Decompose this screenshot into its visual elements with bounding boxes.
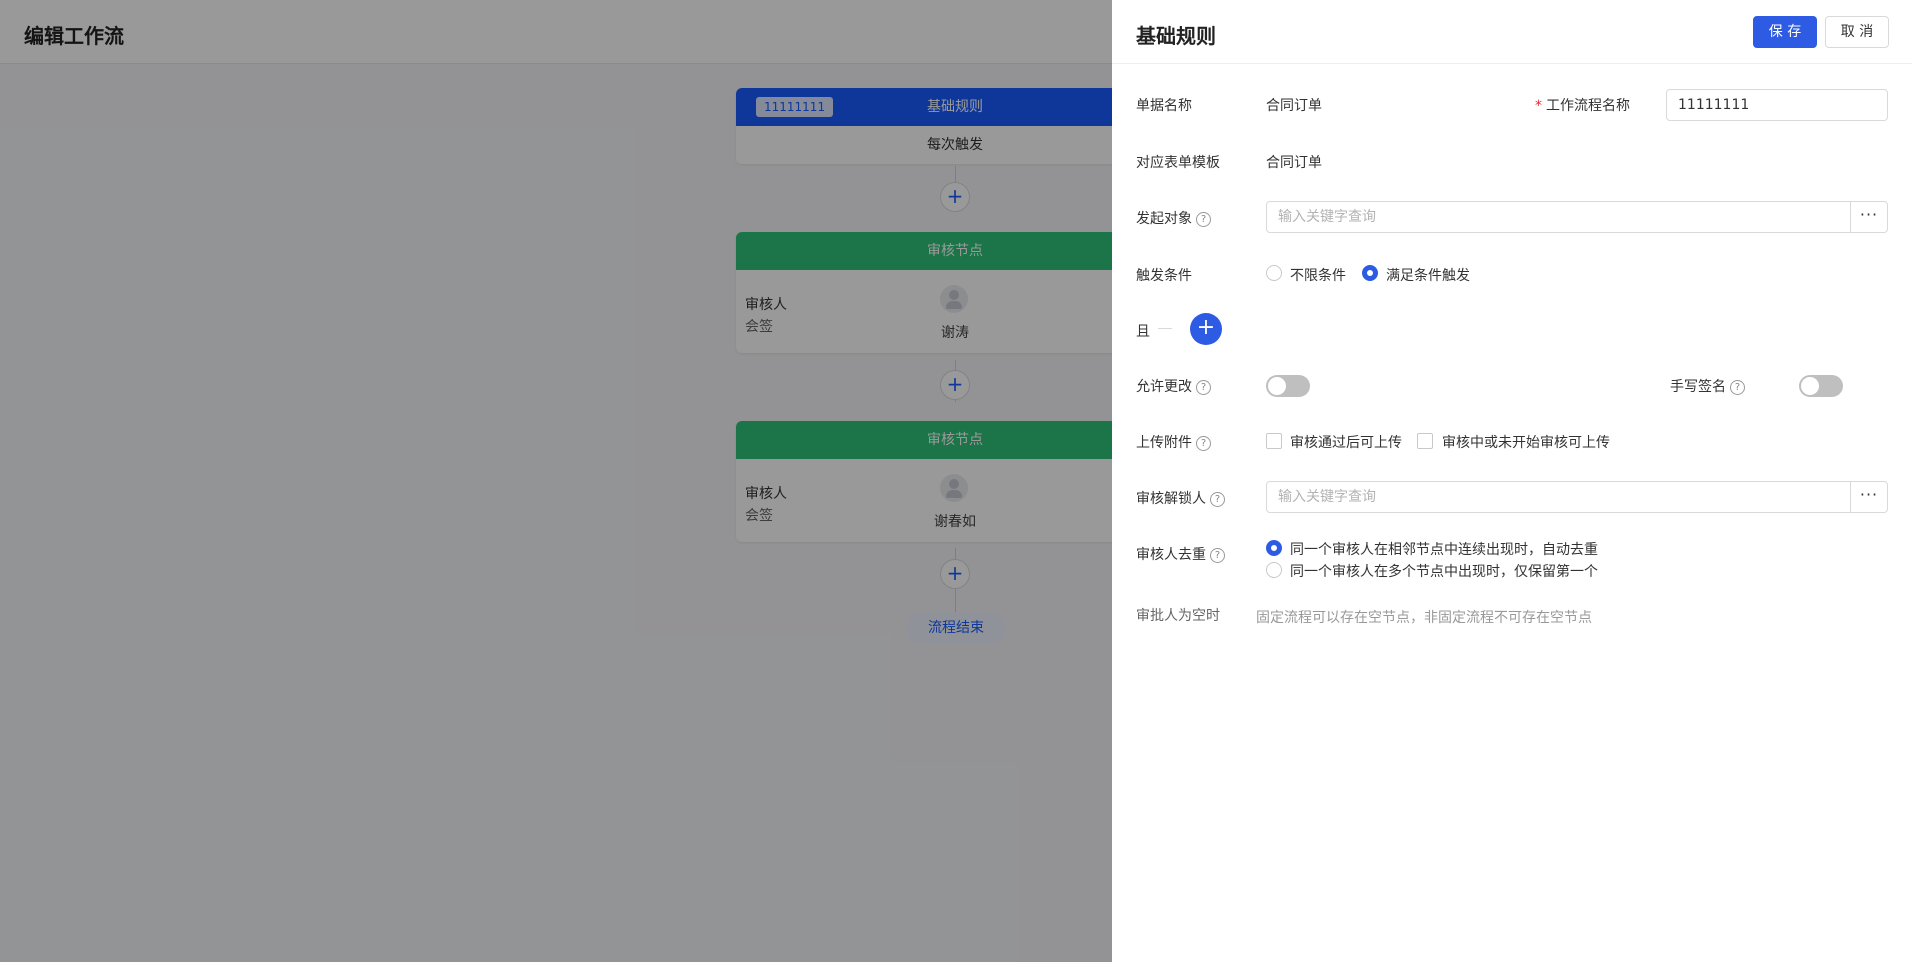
upload-label-wrap: 上传附件? [1136, 432, 1211, 452]
trigger-label: 触发条件 [1136, 268, 1192, 284]
form-template-label: 对应表单模板 [1136, 155, 1220, 171]
dedup-option-first-only[interactable]: 同一个审核人在多个节点中出现时，仅保留第一个 [1290, 561, 1598, 581]
workflow-name-input[interactable] [1666, 89, 1888, 121]
handwritten-label-wrap: 手写签名? [1670, 376, 1745, 396]
initiator-label-wrap: 发起对象? [1136, 208, 1211, 228]
required-asterisk: * [1535, 98, 1542, 114]
help-icon[interactable]: ? [1730, 379, 1745, 395]
upload-after-approval-checkbox[interactable] [1266, 433, 1282, 449]
empty-approver-label: 审批人为空时 [1136, 608, 1220, 624]
upload-after-approval-label[interactable]: 审核通过后可上传 [1290, 432, 1402, 452]
trigger-radio-unlimited[interactable] [1266, 265, 1282, 281]
workflow-name-label-wrap: * 工作流程名称 [1535, 95, 1630, 115]
unlocker-more-button[interactable]: ··· [1850, 481, 1888, 513]
help-icon[interactable]: ? [1196, 435, 1211, 451]
help-icon[interactable]: ? [1210, 547, 1225, 563]
dedup-radio-adjacent[interactable] [1266, 540, 1282, 556]
allow-edit-toggle[interactable] [1266, 375, 1310, 397]
doc-name-value: 合同订单 [1266, 98, 1322, 114]
empty-approver-hint: 固定流程可以存在空节点，非固定流程不可存在空节点 [1256, 610, 1592, 626]
dedup-label-wrap: 审核人去重? [1136, 544, 1225, 564]
allow-edit-label-wrap: 允许更改? [1136, 376, 1211, 396]
form-template-value: 合同订单 [1266, 155, 1322, 171]
drawer-title: 基础规则 [1136, 24, 1216, 48]
upload-attachment-label: 上传附件 [1136, 435, 1192, 451]
and-connector-line [1158, 328, 1172, 329]
unlocker-search-input[interactable] [1266, 481, 1851, 513]
trigger-radio-conditional[interactable] [1362, 265, 1378, 281]
handwritten-signature-label: 手写签名 [1670, 379, 1726, 395]
trigger-option-conditional[interactable]: 满足条件触发 [1386, 265, 1470, 285]
rule-settings-drawer: 基础规则 保 存 取 消 单据名称 合同订单 *工作流程名称 对应表单模板 合同… [1112, 0, 1912, 962]
unlocker-label: 审核解锁人 [1136, 491, 1206, 507]
dedup-radio-first-only[interactable] [1266, 562, 1282, 578]
initiator-more-button[interactable]: ··· [1850, 201, 1888, 233]
help-icon[interactable]: ? [1196, 379, 1211, 395]
doc-name-label: 单据名称 [1136, 98, 1192, 114]
initiator-search-input[interactable] [1266, 201, 1851, 233]
allow-edit-label: 允许更改 [1136, 379, 1192, 395]
handwritten-signature-toggle[interactable] [1799, 375, 1843, 397]
initiator-label: 发起对象 [1136, 211, 1192, 227]
help-icon[interactable]: ? [1196, 211, 1211, 227]
trigger-option-unlimited[interactable]: 不限条件 [1290, 265, 1346, 285]
workflow-name-label: 工作流程名称 [1546, 98, 1630, 114]
upload-during-review-label[interactable]: 审核中或未开始审核可上传 [1442, 432, 1610, 452]
add-condition-button[interactable]: + [1190, 313, 1222, 345]
upload-during-review-checkbox[interactable] [1417, 433, 1433, 449]
dedup-label: 审核人去重 [1136, 547, 1206, 563]
save-button[interactable]: 保 存 [1753, 16, 1817, 48]
cancel-button[interactable]: 取 消 [1825, 16, 1889, 48]
unlocker-label-wrap: 审核解锁人? [1136, 488, 1225, 508]
help-icon[interactable]: ? [1210, 491, 1225, 507]
and-label: 且 [1136, 324, 1150, 340]
drawer-header: 基础规则 保 存 取 消 [1112, 0, 1912, 64]
dedup-option-adjacent[interactable]: 同一个审核人在相邻节点中连续出现时，自动去重 [1290, 539, 1598, 559]
